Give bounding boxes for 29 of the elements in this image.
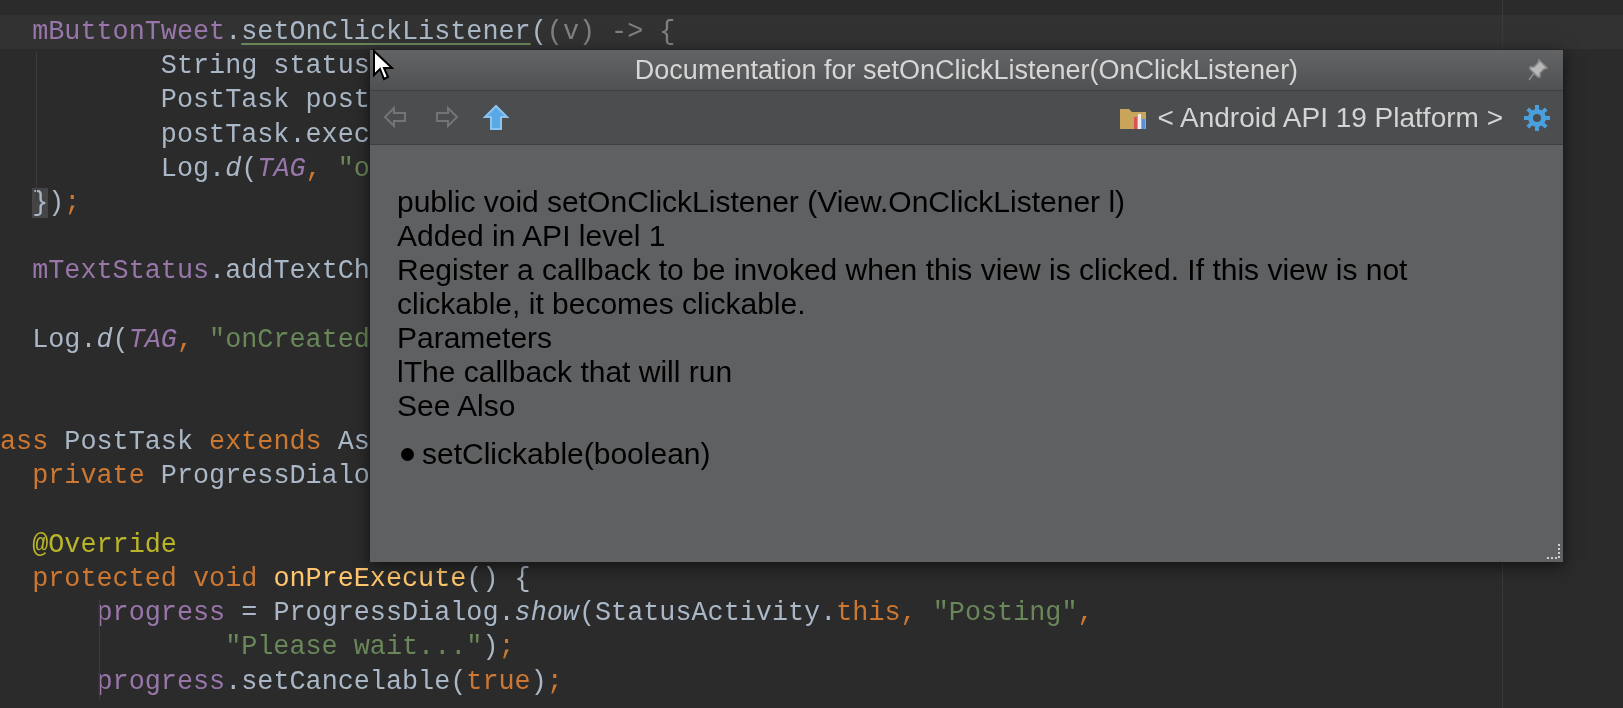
code-line: Log.d(TAG, "onCreated xyxy=(31,324,370,355)
code-line: mTextStatus.addTextCh xyxy=(31,256,370,287)
code-line: }); xyxy=(31,187,81,218)
code-line: String status xyxy=(159,51,370,82)
description-text: Register a callback to be invoked when this view is clicked. If this view is not clickable, it becomes clickable. xyxy=(397,253,1409,321)
bullet-icon xyxy=(401,447,414,461)
popup-title: Documentation for setOnClickListener(OnClickListener) xyxy=(633,53,1300,87)
library-location[interactable]: < Android API 19 Platform > xyxy=(1157,96,1503,139)
section-heading: See Also xyxy=(397,389,517,423)
code-line: PostTask post xyxy=(159,85,370,116)
code-line: postTask.exec xyxy=(159,119,370,150)
code-line: progress.setCancelable(true); xyxy=(95,666,563,697)
up-arrow-icon[interactable] xyxy=(482,103,510,132)
see-also-link[interactable]: setClickable(boolean) xyxy=(422,437,711,471)
code-line: progress = ProgressDialog.show(StatusActivity.this, "Posting", xyxy=(95,598,1094,629)
settings-icon[interactable] xyxy=(1523,103,1551,132)
code-line: @Override xyxy=(31,529,177,560)
code-line: private ProgressDialo xyxy=(31,461,370,492)
mouse-cursor-icon xyxy=(372,49,394,81)
code-line: Log.d(TAG, "o xyxy=(159,153,370,184)
parameter-text: lThe callback that will run xyxy=(397,355,734,389)
api-level-text: Added in API level 1 xyxy=(397,219,667,253)
code-line: ass PostTask extends As xyxy=(0,427,370,458)
code-line: "Please wait..."); xyxy=(224,632,515,663)
code-line: mButtonTweet.setOnClickListener((v) -> { xyxy=(31,17,676,47)
code-line: protected void onPreExecute() { xyxy=(31,564,531,594)
pin-icon[interactable] xyxy=(1527,58,1549,82)
method-signature: public void setOnClickListener (View.OnClickListener l) xyxy=(397,185,1127,219)
section-heading: Parameters xyxy=(397,321,554,355)
